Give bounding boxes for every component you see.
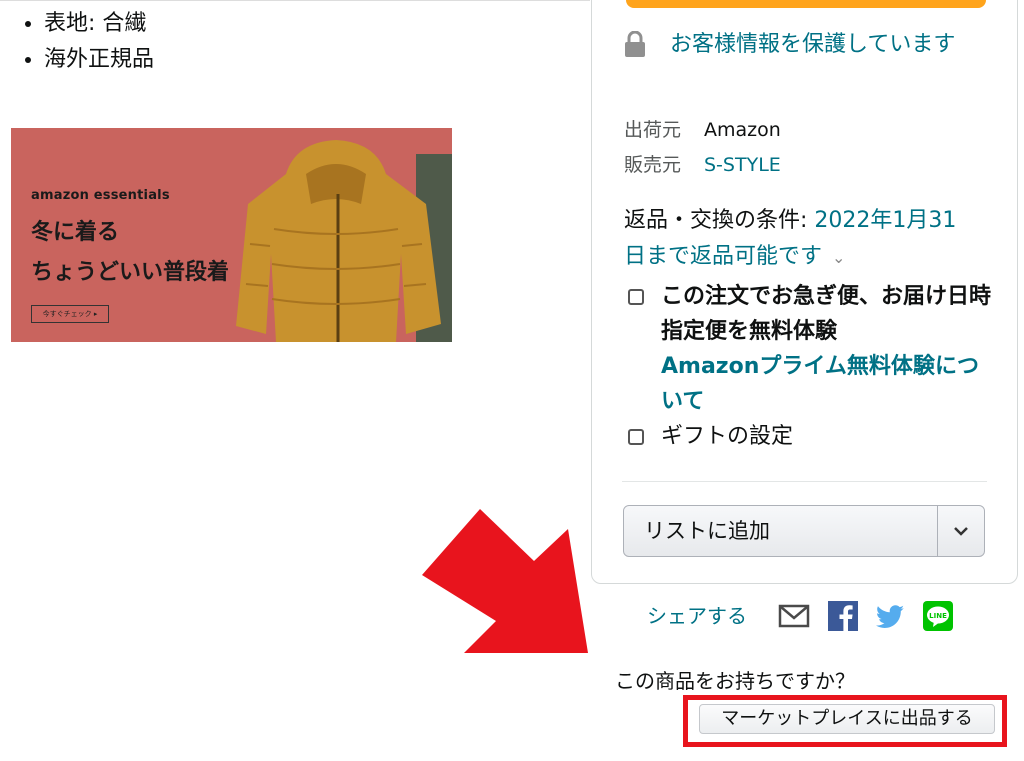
return-policy: 返品・交換の条件: 2022年1月31日まで返品可能です ⌄ <box>624 203 974 276</box>
feature-bullet: 海外正規品 <box>44 42 154 78</box>
gift-label: ギフトの設定 <box>661 424 794 449</box>
feature-bullet: 表地: 合繊 <box>44 6 154 42</box>
ships-from-value: Amazon <box>704 119 781 141</box>
add-to-list-label[interactable]: リストに追加 <box>624 506 937 556</box>
buybox-divider <box>622 481 987 482</box>
list-dropdown-button[interactable] <box>937 506 984 556</box>
promo-banner[interactable]: amazon essentials 冬に着る ちょうどいい普段着 今すぐチェック… <box>11 128 452 342</box>
add-to-list-button[interactable]: リストに追加 <box>623 505 985 557</box>
prime-trial-label: この注文でお急ぎ便、お届け日時指定便を無料体験 <box>661 284 992 344</box>
seller-link[interactable]: S-STYLE <box>704 154 781 176</box>
jacket-image <box>236 140 452 342</box>
buy-now-button-edge[interactable] <box>626 0 986 8</box>
prime-trial-text: この注文でお急ぎ便、お届け日時指定便を無料体験 Amazonプライム無料体験につ… <box>661 279 991 419</box>
annotation-arrow <box>422 509 588 653</box>
svg-text:LINE: LINE <box>929 612 947 620</box>
banner-cta-button[interactable]: 今すぐチェック ▸ <box>31 305 109 323</box>
line-icon[interactable]: LINE <box>922 600 954 632</box>
share-label: シェアする <box>647 604 747 628</box>
top-divider <box>0 0 590 1</box>
sell-on-marketplace-button[interactable]: マーケットプレイスに出品する <box>699 704 995 734</box>
chevron-down-icon[interactable]: ⌄ <box>832 248 845 267</box>
chevron-down-icon <box>954 527 968 536</box>
secure-transaction-link[interactable]: お客様情報を保護しています <box>626 28 976 62</box>
own-product-question: この商品をお持ちですか？ <box>615 669 855 693</box>
prime-trial-checkbox[interactable] <box>628 289 644 305</box>
prime-trial-link[interactable]: Amazonプライム無料体験について <box>661 354 979 414</box>
ships-from-row: 出荷元 Amazon <box>624 118 781 142</box>
facebook-icon[interactable] <box>827 600 859 632</box>
ships-from-label: 出荷元 <box>624 119 682 141</box>
sold-by-label: 販売元 <box>624 154 682 176</box>
product-feature-list: 表地: 合繊 海外正規品 <box>20 6 154 78</box>
banner-subheadline: ちょうどいい普段着 <box>31 260 230 285</box>
mail-icon[interactable] <box>778 600 810 632</box>
banner-brand: amazon essentials <box>31 188 170 203</box>
banner-headline: 冬に着る <box>31 220 120 245</box>
gift-checkbox[interactable] <box>628 429 644 445</box>
gift-option: ギフトの設定 <box>628 419 928 455</box>
twitter-icon[interactable] <box>874 600 906 632</box>
prime-trial-option: この注文でお急ぎ便、お届け日時指定便を無料体験 Amazonプライム無料体験につ… <box>628 279 991 419</box>
return-policy-label: 返品・交換の条件: <box>624 208 815 233</box>
sold-by-row: 販売元 S-STYLE <box>624 153 781 177</box>
